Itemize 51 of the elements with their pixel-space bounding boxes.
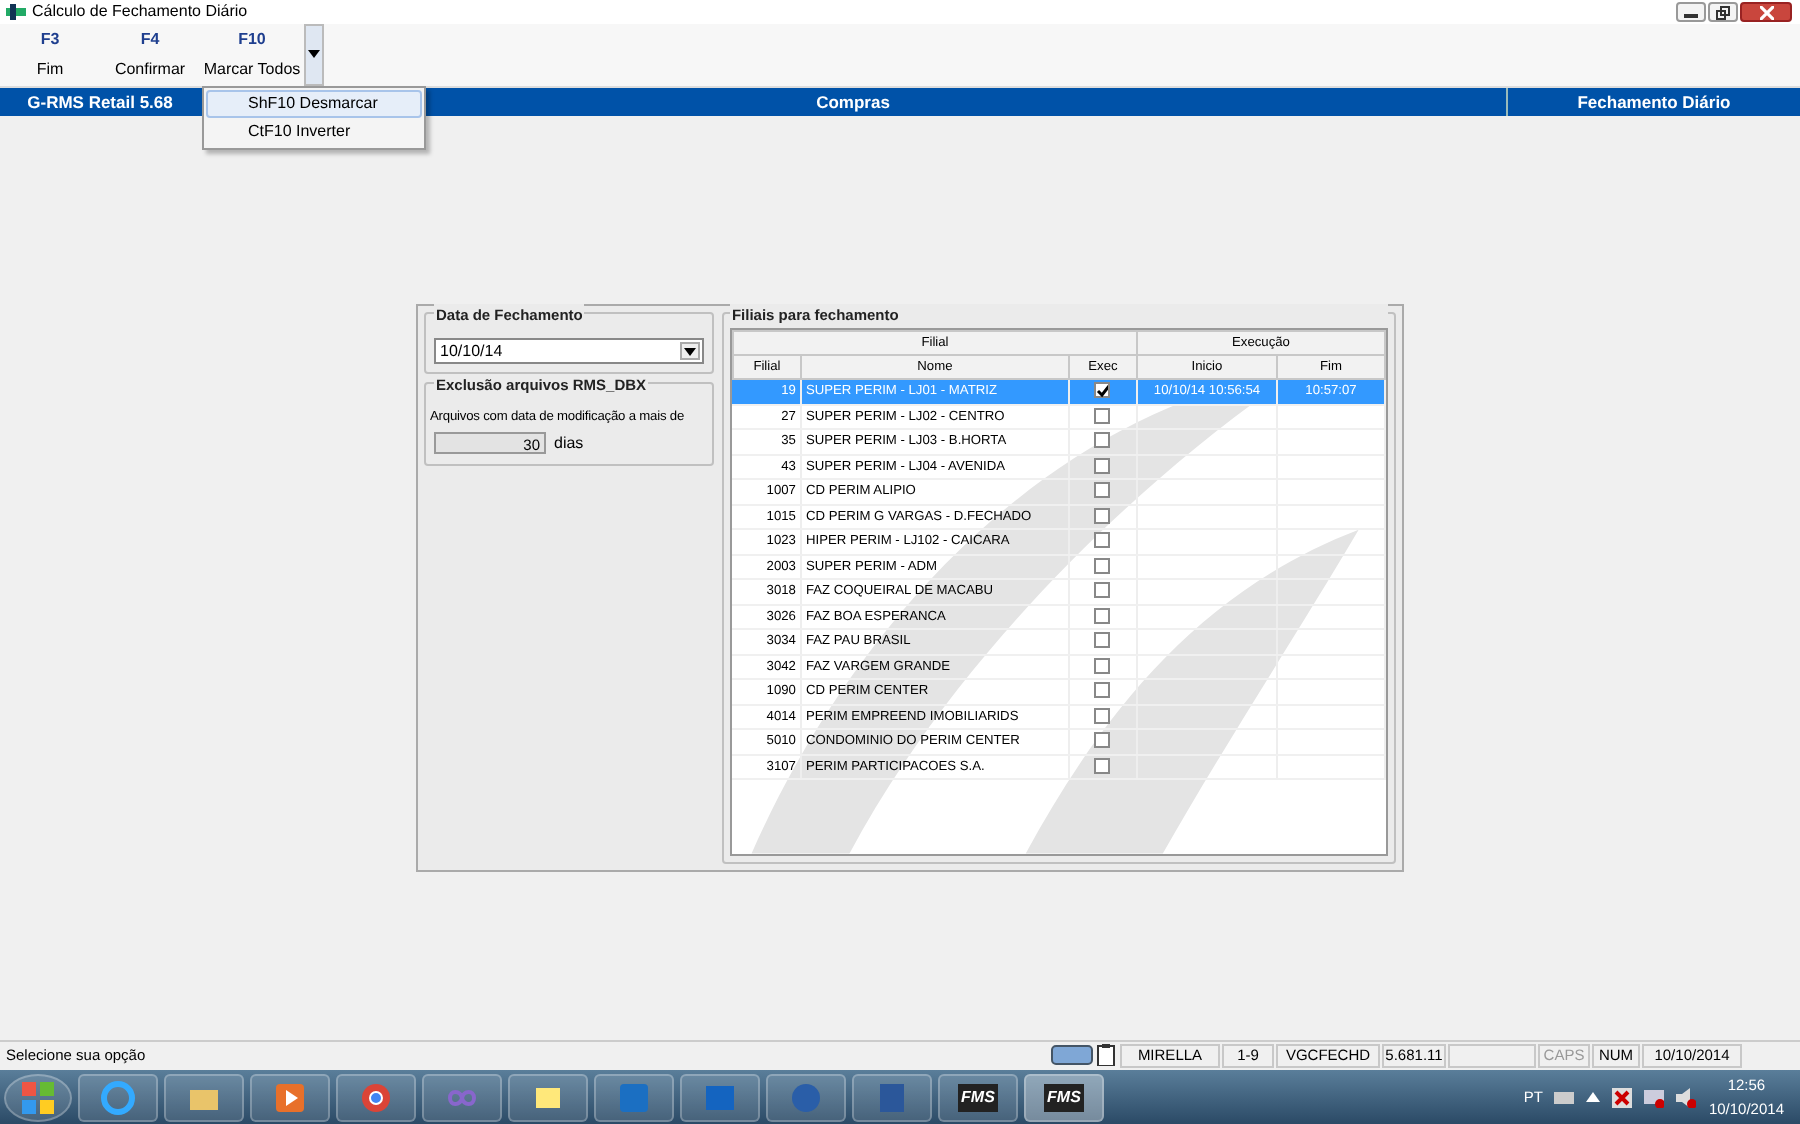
checkbox[interactable]	[1094, 607, 1111, 624]
taskbar-button[interactable]	[508, 1073, 588, 1121]
volume-icon[interactable]	[1676, 1087, 1697, 1107]
checkbox[interactable]	[1094, 482, 1111, 499]
start-button[interactable]	[4, 1073, 72, 1121]
window-title: Cálculo de Fechamento Diário	[32, 0, 248, 24]
taskbar-button[interactable]	[422, 1073, 502, 1121]
checkbox[interactable]	[1094, 732, 1111, 749]
taskbar-button[interactable]: FMS	[1024, 1073, 1104, 1121]
show-hidden-icon[interactable]	[1586, 1092, 1601, 1102]
checkbox[interactable]	[1094, 657, 1111, 674]
checkbox[interactable]	[1094, 557, 1111, 574]
checkbox[interactable]	[1094, 707, 1111, 724]
checkbox[interactable]	[1094, 382, 1111, 399]
taskbar-button[interactable]	[336, 1073, 416, 1121]
date-dropdown[interactable]: 10/10/14	[434, 338, 704, 364]
minimize-button[interactable]	[1676, 2, 1706, 22]
checkbox[interactable]	[1094, 407, 1111, 424]
play-icon	[272, 1079, 308, 1115]
caret-icon	[308, 50, 320, 58]
taskbar-button[interactable]	[164, 1073, 244, 1121]
taskbar-button[interactable]	[766, 1073, 846, 1121]
checkbox[interactable]	[1094, 632, 1111, 649]
windows-logo-icon	[20, 1079, 56, 1115]
toolbar-button[interactable]: F10 Marcar Todos	[200, 24, 304, 86]
menu-item[interactable]: CtF10 Inverter	[206, 118, 422, 146]
taskbar-button[interactable]	[852, 1073, 932, 1121]
checkbox[interactable]	[1094, 432, 1111, 449]
menu-item[interactable]: ShF10 Desmarcar	[206, 90, 422, 118]
caret-icon	[683, 347, 696, 355]
taskbar-button[interactable]	[250, 1073, 330, 1121]
taskbar-button[interactable]	[78, 1073, 158, 1121]
checkbox[interactable]	[1094, 532, 1111, 549]
header-label: Fechamento Diário	[1577, 89, 1731, 115]
unit-label: dias	[554, 431, 584, 456]
close-button[interactable]	[1740, 2, 1792, 22]
checkbox[interactable]	[1094, 582, 1111, 599]
restore-button[interactable]	[1708, 2, 1738, 22]
header-label: Compras	[816, 89, 890, 115]
taskbar-button[interactable]	[680, 1073, 760, 1121]
checkbox[interactable]	[1094, 682, 1111, 699]
restore-icon	[1716, 5, 1730, 19]
dropdown-button[interactable]	[304, 24, 324, 86]
header-label: G-RMS Retail 5.68	[27, 89, 173, 115]
app-icon	[6, 4, 26, 20]
clipboard-icon	[1094, 1042, 1118, 1070]
toolbar-button[interactable]: F4 Confirmar	[100, 24, 200, 86]
taskbar-button[interactable]: FMS	[938, 1073, 1018, 1121]
toolbar-button[interactable]: F3 Fim	[0, 24, 100, 86]
taskbar-button[interactable]	[594, 1073, 674, 1121]
close-icon	[1759, 5, 1773, 19]
